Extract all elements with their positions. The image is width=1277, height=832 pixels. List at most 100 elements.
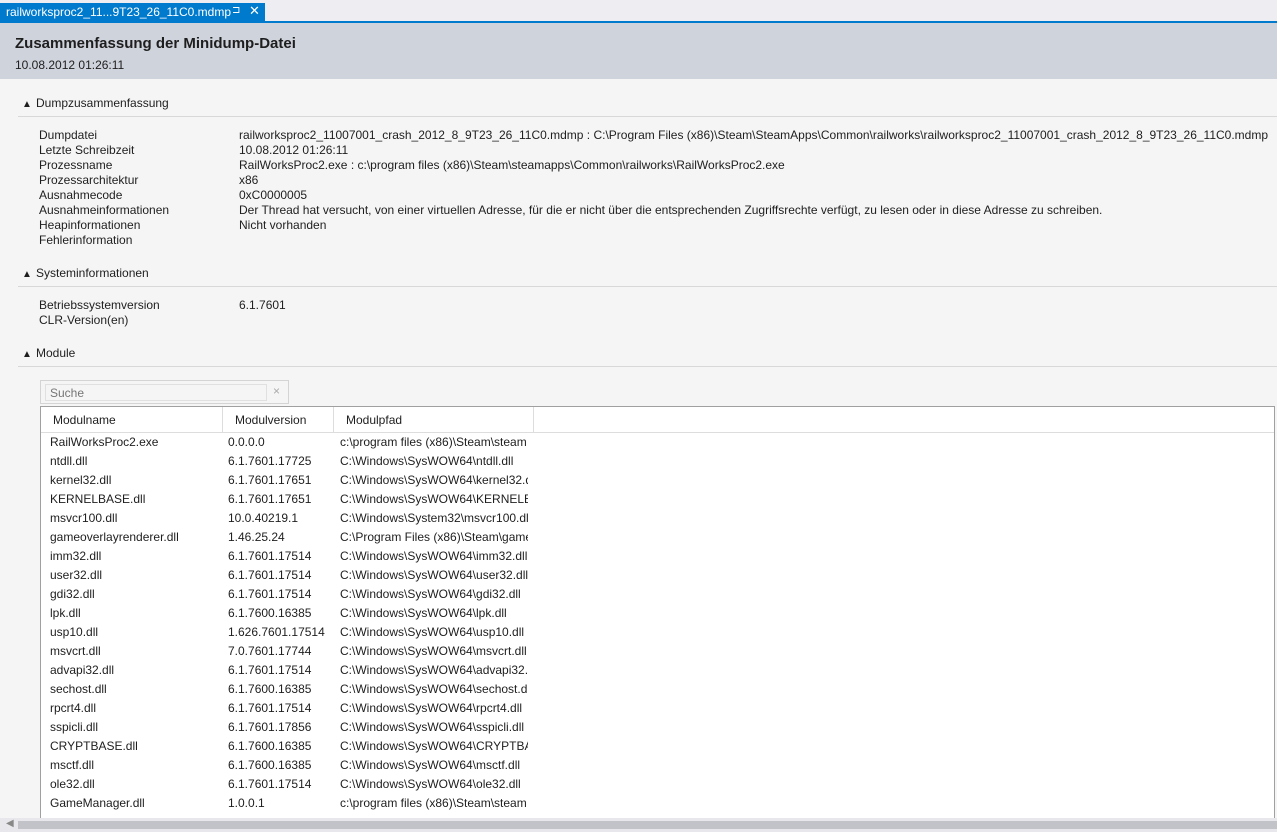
field-value: Nicht vorhanden [239, 218, 327, 232]
divider [18, 366, 1277, 367]
module-path: C:\Program Files (x86)\Steam\game [340, 530, 528, 544]
scrollbar-thumb[interactable] [18, 821, 1277, 829]
module-search: × [40, 380, 289, 404]
field-value: 10.08.2012 01:26:11 [239, 143, 349, 157]
module-version: 6.1.7601.17651 [228, 492, 312, 506]
table-row[interactable]: user32.dll 6.1.7601.17514 C:\Windows\SysWO… [41, 566, 1274, 585]
module-path: C:\Windows\SysWOW64\KERNELBA [340, 492, 528, 506]
horizontal-scrollbar[interactable]: ◀ [0, 818, 1277, 832]
module-name: advapi32.dll [50, 663, 115, 677]
field-label: Prozessname [39, 158, 113, 172]
table-row[interactable]: msvcr100.dll 10.0.40219.1 C:\Windows\Syste… [41, 509, 1274, 528]
page-title: Zusammenfassung der Minidump-Datei [15, 35, 296, 52]
module-path: C:\Windows\SysWOW64\rpcrt4.dll [340, 701, 523, 715]
module-path: C:\Windows\SysWOW64\gdi32.dll [340, 587, 521, 601]
module-path: C:\Windows\SysWOW64\lpk.dll [340, 606, 507, 620]
chevron-up-icon: ▲ [22, 269, 32, 280]
table-row[interactable]: kernel32.dll 6.1.7601.17651 C:\Windows\Sys… [41, 471, 1274, 490]
module-version: 10.0.40219.1 [228, 511, 299, 525]
table-row[interactable]: gameoverlayrenderer.dll 1.46.25.24 C:\Prog… [41, 528, 1274, 547]
table-row[interactable]: ole32.dll 6.1.7601.17514 C:\Windows\SysWOW… [41, 775, 1274, 794]
module-name: msctf.dll [50, 758, 95, 772]
table-row[interactable]: msctf.dll 6.1.7600.16385 C:\Windows\SysWOW… [41, 756, 1274, 775]
module-version: 6.1.7601.17514 [228, 701, 312, 715]
module-name: usp10.dll [50, 625, 99, 639]
module-name: msvcr100.dll [50, 511, 118, 525]
table-row[interactable]: ntdll.dll 6.1.7601.17725 C:\Windows\SysWOW… [41, 452, 1274, 471]
column-header-version[interactable]: Modulversion [223, 407, 334, 433]
field-value: 0xC0000005 [239, 188, 308, 202]
module-name: GameManager.dll [50, 796, 145, 810]
module-name: user32.dll [50, 568, 103, 582]
module-name: gameoverlayrenderer.dll [50, 530, 179, 544]
pin-icon[interactable]: ⊐ [232, 5, 240, 16]
field-label: Letzte Schreibzeit [39, 143, 135, 157]
tab-title: railworksproc2_11...9T23_26_11C0.mdmp [6, 5, 232, 19]
module-name: sspicli.dll [50, 720, 99, 734]
module-version: 6.1.7600.16385 [228, 682, 312, 696]
module-name: imm32.dll [50, 549, 102, 563]
close-icon[interactable]: ✕ [249, 3, 260, 19]
module-path: C:\Windows\System32\msvcr100.dl [340, 511, 528, 525]
field-label: Ausnahmecode [39, 188, 123, 202]
module-path: C:\Windows\SysWOW64\sechost.dl [340, 682, 528, 696]
document-tab[interactable]: railworksproc2_11...9T23_26_11C0.mdmp ⊐ … [0, 3, 265, 21]
section-toggle-modules[interactable]: ▲ Module [22, 346, 75, 360]
module-name: kernel32.dll [50, 473, 112, 487]
table-row[interactable]: sspicli.dll 6.1.7601.17856 C:\Windows\SysW… [41, 718, 1274, 737]
document-tab-bar: railworksproc2_11...9T23_26_11C0.mdmp ⊐ … [0, 0, 1277, 23]
module-name: CRYPTBASE.dll [50, 739, 138, 753]
table-row[interactable]: lpk.dll 6.1.7600.16385 C:\Windows\SysWOW64… [41, 604, 1274, 623]
module-path: C:\Windows\SysWOW64\sspicli.dll [340, 720, 525, 734]
module-version: 6.1.7601.17856 [228, 720, 312, 734]
module-version: 6.1.7601.17651 [228, 473, 312, 487]
section-toggle-system[interactable]: ▲ Systeminformationen [22, 266, 149, 280]
field-value: Der Thread hat versucht, von einer virtu… [239, 203, 1103, 217]
search-input[interactable] [45, 384, 267, 401]
table-row[interactable]: GameManager.dll 1.0.0.1 c:\program files (… [41, 794, 1274, 813]
table-row[interactable]: gdi32.dll 6.1.7601.17514 C:\Windows\SysWOW… [41, 585, 1274, 604]
module-name: lpk.dll [50, 606, 81, 620]
column-header-name[interactable]: Modulname [41, 407, 223, 433]
module-name: ntdll.dll [50, 454, 88, 468]
field-label: Fehlerinformation [39, 233, 133, 247]
table-row[interactable]: rpcrt4.dll 6.1.7601.17514 C:\Windows\SysWO… [41, 699, 1274, 718]
section-toggle-dump[interactable]: ▲ Dumpzusammenfassung [22, 96, 169, 110]
module-version: 7.0.7601.17744 [228, 644, 312, 658]
module-version: 1.0.0.1 [228, 796, 265, 810]
table-row[interactable]: msvcrt.dll 7.0.7601.17744 C:\Windows\SysWO… [41, 642, 1274, 661]
module-name: sechost.dll [50, 682, 107, 696]
table-row[interactable]: CRYPTBASE.dll 6.1.7600.16385 C:\Windows\Sy… [41, 737, 1274, 756]
column-header-filler [534, 407, 1274, 433]
module-path: C:\Windows\SysWOW64\imm32.dll [340, 549, 528, 563]
table-row[interactable]: imm32.dll 6.1.7601.17514 C:\Windows\SysWOW… [41, 547, 1274, 566]
module-name: msvcrt.dll [50, 644, 101, 658]
field-label: CLR-Version(en) [39, 313, 129, 327]
module-name: rpcrt4.dll [50, 701, 97, 715]
module-version: 0.0.0.0 [228, 435, 265, 449]
clear-search-icon[interactable]: × [273, 384, 280, 398]
field-label: Betriebssystemversion [39, 298, 160, 312]
table-row[interactable]: sechost.dll 6.1.7600.16385 C:\Windows\SysW… [41, 680, 1274, 699]
chevron-up-icon: ▲ [22, 349, 32, 360]
module-version: 6.1.7601.17514 [228, 587, 312, 601]
module-path: C:\Windows\SysWOW64\kernel32.d [340, 473, 528, 487]
module-path: C:\Windows\SysWOW64\ntdll.dll [340, 454, 514, 468]
section-title: Systeminformationen [36, 266, 149, 280]
module-version: 1.46.25.24 [228, 530, 285, 544]
divider [18, 286, 1277, 287]
column-header-path[interactable]: Modulpfad [334, 407, 534, 433]
table-row[interactable]: KERNELBASE.dll 6.1.7601.17651 C:\Windows\S… [41, 490, 1274, 509]
module-name: gdi32.dll [50, 587, 95, 601]
module-version: 6.1.7600.16385 [228, 758, 312, 772]
field-value: x86 [239, 173, 259, 187]
scroll-left-icon[interactable]: ◀ [6, 818, 14, 829]
module-version: 6.1.7601.17514 [228, 777, 312, 791]
modules-table: Modulname Modulversion Modulpfad RailWor… [40, 406, 1275, 826]
field-value: 6.1.7601 [239, 298, 286, 312]
table-row[interactable]: usp10.dll 1.626.7601.17514 C:\Windows\SysW… [41, 623, 1274, 642]
table-row[interactable]: RailWorksProc2.exe 0.0.0.0 c:\program file… [41, 433, 1274, 452]
page-header: Zusammenfassung der Minidump-Datei 10.08… [0, 23, 1277, 79]
field-label: Heapinformationen [39, 218, 141, 232]
table-row[interactable]: advapi32.dll 6.1.7601.17514 C:\Windows\Sys… [41, 661, 1274, 680]
